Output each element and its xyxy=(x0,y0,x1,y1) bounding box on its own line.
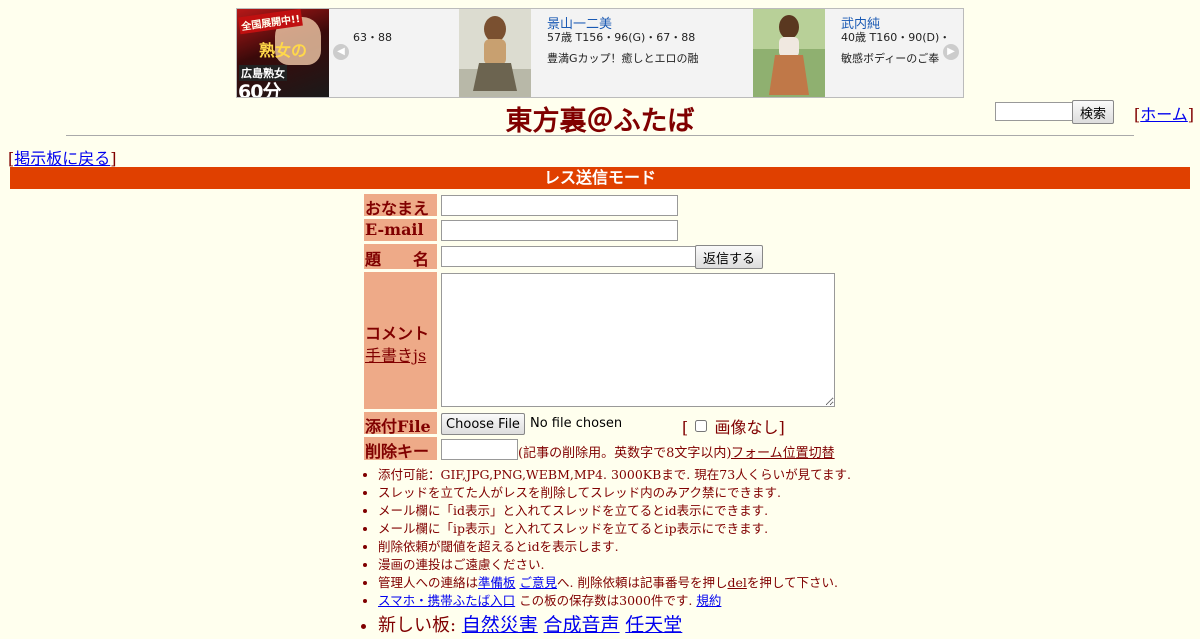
note-attachments: 添付可能：GIF,JPG,PNG,WEBM,MP4. 3000KBまで. 現在7… xyxy=(378,466,851,484)
no-image-label: 画像なし xyxy=(714,418,779,437)
ad-card-desc: 豊満Gカップ！癒しとエロの融 xyxy=(547,52,699,65)
subject-input[interactable] xyxy=(441,246,696,267)
choose-file-button[interactable]: Choose File xyxy=(441,413,525,435)
submit-reply-button[interactable]: 返信する xyxy=(695,245,763,269)
ad-card-stats: 40歳 T160・90(D)・ xyxy=(841,31,951,44)
note-text: へ. 削除依頼は記事番号を押し xyxy=(557,575,728,590)
board-notes: 添付可能：GIF,JPG,PNG,WEBM,MP4. 3000KBまで. 現在7… xyxy=(360,466,851,638)
note-text: を押して下さい. xyxy=(746,575,838,590)
bracket-close: ] xyxy=(778,418,785,437)
board-link-synth-voice[interactable]: 合成音声 xyxy=(544,614,620,636)
ad-photo xyxy=(459,9,531,97)
note-contact: 管理人への連絡は準備板 ご意見へ. 削除依頼は記事番号を押しdelを押して下さい… xyxy=(378,574,851,592)
file-label: 添付File xyxy=(364,412,437,436)
no-image-option: [ 画像なし] xyxy=(682,414,785,438)
ad-photo xyxy=(753,9,825,97)
opinion-link[interactable]: ご意見 xyxy=(520,575,558,590)
tegaki-link[interactable]: 手書きjs xyxy=(365,342,426,366)
back-nav: [掲示板に戻る] xyxy=(8,145,117,169)
ad-card-3[interactable]: 武内純 40歳 T160・90(D)・ 敏感ボディーのご奉 xyxy=(747,9,963,97)
delete-key-label: 削除キー xyxy=(364,437,437,461)
delete-key-input[interactable] xyxy=(441,439,518,460)
note-ip-display: メール欄に「ip表示」と入れてスレッドを立てるとip表示にできます. xyxy=(378,520,851,538)
reply-mode-bar: レス送信モード xyxy=(10,167,1190,189)
mobile-entry-link[interactable]: スマホ・携帯ふたば入口 xyxy=(378,593,515,608)
bracket-close: ] xyxy=(1187,105,1195,124)
header-divider xyxy=(66,135,1134,136)
email-label: E-mail xyxy=(364,219,437,241)
board-link-nintendo[interactable]: 任天堂 xyxy=(625,614,682,636)
note-new-boards: 新しい板: 自然災害 合成音声 任天堂 xyxy=(378,612,851,638)
name-input[interactable] xyxy=(441,195,678,216)
comment-label: コメント 手書きjs xyxy=(364,272,437,409)
no-file-chosen-text: No file chosen xyxy=(530,416,623,431)
ad-card-stats: 63・88 xyxy=(353,31,392,44)
rules-link[interactable]: 規約 xyxy=(696,593,721,608)
note-text: 新しい板: xyxy=(378,615,462,636)
ad-promo-image[interactable]: 全国展開中!! 熟女の 広島熟女 60分9,800円 xyxy=(237,9,329,97)
note-delete-threshold: 削除依頼が閾値を超えるとidを表示します. xyxy=(378,538,851,556)
form-position-toggle-link[interactable]: フォーム位置切替 xyxy=(731,442,835,461)
delete-key-note: (記事の削除用。英数字で8文字以内) xyxy=(518,446,732,461)
comment-textarea[interactable] xyxy=(441,273,835,407)
note-text: この板の保存数は3000件です. xyxy=(515,593,697,608)
no-image-checkbox[interactable] xyxy=(695,420,708,432)
home-nav: [ホーム] xyxy=(1134,101,1194,125)
search-button[interactable]: 検索 xyxy=(1072,100,1114,124)
ad-promo-line2: 熟女の xyxy=(259,41,308,60)
ad-promo-price: 60分9,800円 xyxy=(238,81,281,97)
board-link-disaster[interactable]: 自然災害 xyxy=(462,614,538,636)
bracket-open: [ xyxy=(682,418,689,437)
note-mobile: スマホ・携帯ふたば入口 この板の保存数は3000件です. 規約 xyxy=(378,592,851,610)
home-link[interactable]: ホーム xyxy=(1140,105,1188,124)
ad-card-2[interactable]: 景山一二美 57歳 T156・96(G)・67・88 豊満Gカップ！癒しとエロの… xyxy=(453,9,748,97)
ad-next-arrow-icon[interactable]: ▶ xyxy=(943,44,959,60)
note-thread-ban: スレッドを立てた人がレスを削除してスレッド内のみアク禁にできます. xyxy=(378,484,851,502)
comment-label-text: コメント xyxy=(365,324,430,343)
ad-card-stats: 57歳 T156・96(G)・67・88 xyxy=(547,31,696,44)
del-link[interactable]: del xyxy=(727,575,746,590)
note-id-display: メール欄に「id表示」と入れてスレッドを立てるとid表示にできます. xyxy=(378,502,851,520)
subject-label: 題 名 xyxy=(364,244,437,269)
ad-prev-arrow-icon[interactable]: ◀ xyxy=(333,44,349,60)
email-input[interactable] xyxy=(441,220,678,241)
bracket-close: ] xyxy=(110,149,117,168)
name-label: おなまえ xyxy=(364,194,437,218)
back-to-board-link[interactable]: 掲示板に戻る xyxy=(14,149,110,168)
note-text: 管理人への連絡は xyxy=(378,575,479,590)
ad-card-desc: 敏感ボディーのご奉 xyxy=(841,52,940,65)
note-manga: 漫画の連投はご遠慮ください. xyxy=(378,556,851,574)
search-input[interactable] xyxy=(995,102,1077,121)
ad-banner[interactable]: 全国展開中!! 熟女の 広島熟女 60分9,800円 63・88 景山一二美 5… xyxy=(236,8,964,98)
junbi-board-link[interactable]: 準備板 xyxy=(478,575,516,590)
